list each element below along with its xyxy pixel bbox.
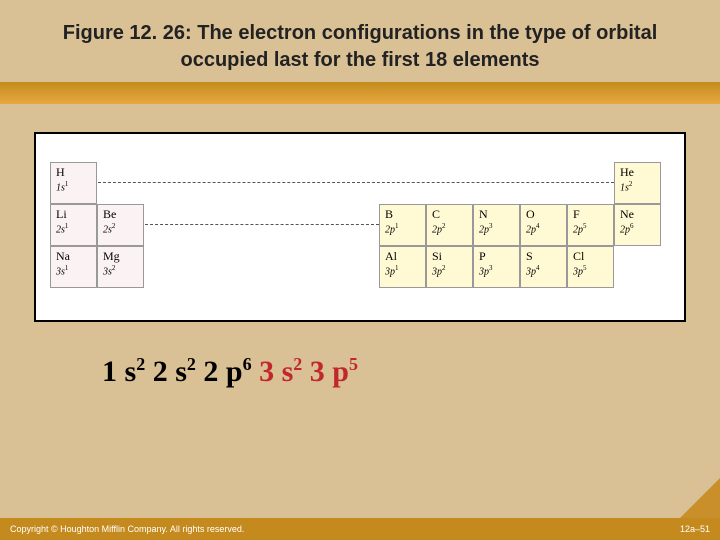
footer-bar: Copyright © Houghton Mifflin Company. Al…	[0, 518, 720, 540]
accent-bar	[0, 82, 720, 104]
figure-frame: H1s1He1s2Li2s1Be2s2B2p1C2p2N2p3O2p4F2p5N…	[34, 132, 686, 322]
element-S: S3p4	[520, 246, 567, 288]
config-term-1: 2 s2	[153, 355, 204, 388]
element-F: F2p5	[567, 204, 614, 246]
config-term-2: 2 p6	[203, 355, 259, 388]
element-Na: Na3s1	[50, 246, 97, 288]
element-C: C2p2	[426, 204, 473, 246]
element-N: N2p3	[473, 204, 520, 246]
element-O: O2p4	[520, 204, 567, 246]
element-Al: Al3p1	[379, 246, 426, 288]
element-Cl: Cl3p5	[567, 246, 614, 288]
config-term-4: 3 p5	[310, 355, 358, 388]
element-H: H1s1	[50, 162, 97, 204]
dashed-line-mid	[145, 224, 379, 225]
config-term-3: 3 s2	[259, 355, 310, 388]
title-block: Figure 12. 26: The electron configuratio…	[0, 0, 720, 82]
element-Si: Si3p2	[426, 246, 473, 288]
element-Mg: Mg3s2	[97, 246, 144, 288]
dashed-line-top	[98, 182, 614, 183]
figure-title: Figure 12. 26: The electron configuratio…	[30, 20, 690, 74]
element-P: P3p3	[473, 246, 520, 288]
page-number: 12a–51	[680, 524, 710, 534]
periodic-table: H1s1He1s2Li2s1Be2s2B2p1C2p2N2p3O2p4F2p5N…	[50, 162, 670, 306]
config-term-0: 1 s2	[102, 355, 153, 388]
electron-config: 1 s2 2 s2 2 p6 3 s2 3 p5	[34, 354, 686, 389]
element-Ne: Ne2p6	[614, 204, 661, 246]
folded-corner	[680, 478, 720, 518]
element-Be: Be2s2	[97, 204, 144, 246]
element-He: He1s2	[614, 162, 661, 204]
element-Li: Li2s1	[50, 204, 97, 246]
element-B: B2p1	[379, 204, 426, 246]
copyright-text: Copyright © Houghton Mifflin Company. Al…	[10, 524, 244, 534]
slide-body: H1s1He1s2Li2s1Be2s2B2p1C2p2N2p3O2p4F2p5N…	[0, 104, 720, 389]
